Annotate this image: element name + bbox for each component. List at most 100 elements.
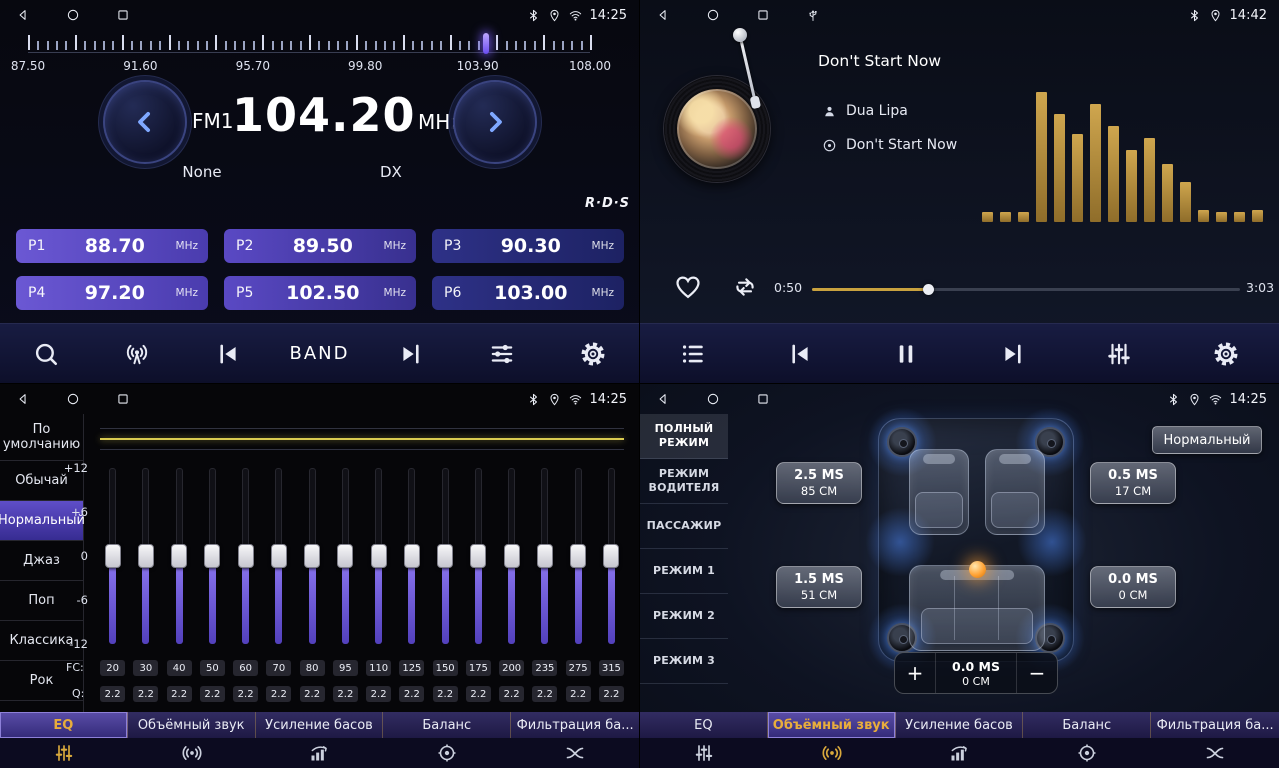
tab-surround[interactable]: Объёмный звук [128,712,256,738]
mode-full[interactable]: ПОЛНЫЙ РЕЖИМ [640,414,728,459]
mode-driver[interactable]: РЕЖИМ ВОДИТЕЛЯ [640,459,728,504]
tab-eq[interactable]: EQ [0,712,128,738]
home-button[interactable] [706,8,720,22]
tune-down-button[interactable] [103,80,187,164]
tab-bass-boost[interactable]: Усиление басов [256,712,384,738]
eq-band-slider[interactable] [368,468,390,644]
mode-3[interactable]: РЕЖИМ 3 [640,639,728,684]
eq-band-slider[interactable] [467,468,489,644]
mode-1[interactable]: РЕЖИМ 1 [640,549,728,594]
tab-eq-icon-button[interactable] [694,743,714,763]
tab-filter-icon-button[interactable] [1205,743,1225,763]
next-track-button[interactable] [977,330,1049,378]
settings-button[interactable] [1190,330,1262,378]
eq-band-slider[interactable] [600,468,622,644]
slider-handle[interactable] [105,544,121,568]
eq-band-slider[interactable] [534,468,556,644]
eq-band-slider[interactable] [168,468,190,644]
eq-band-slider[interactable] [201,468,223,644]
slider-handle[interactable] [337,544,353,568]
eq-preset-default[interactable]: По умолчанию [0,414,83,461]
preset-button-p4[interactable]: P4 97.20 MHz [16,276,208,310]
progress-knob[interactable] [923,284,934,295]
tab-filter[interactable]: Фильтрация ба... [511,712,639,738]
back-button[interactable] [656,8,670,22]
eq-band-slider[interactable] [235,468,257,644]
slider-handle[interactable] [204,544,220,568]
preset-button-p1[interactable]: P1 88.70 MHz [16,229,208,263]
tab-filter-icon-button[interactable] [565,743,585,763]
slider-handle[interactable] [470,544,486,568]
recents-button[interactable] [756,392,770,406]
scan-button[interactable] [10,330,82,378]
mode-2[interactable]: РЕЖИМ 2 [640,594,728,639]
slider-handle[interactable] [171,544,187,568]
preset-button-p3[interactable]: P3 90.30 MHz [432,229,624,263]
slider-handle[interactable] [271,544,287,568]
eq-band-slider[interactable] [268,468,290,644]
eq-band-slider[interactable] [135,468,157,644]
tab-surround-icon-button[interactable] [822,743,842,763]
eq-band-slider[interactable] [567,468,589,644]
home-button[interactable] [66,392,80,406]
tab-balance[interactable]: Баланс [383,712,511,738]
equalizer-button[interactable] [1083,330,1155,378]
eq-band-slider[interactable] [434,468,456,644]
slider-handle[interactable] [304,544,320,568]
broadcast-button[interactable] [101,330,173,378]
tab-bass-icon-button[interactable] [309,743,329,763]
seek-previous-button[interactable] [192,330,264,378]
front-left-delay-button[interactable]: 2.5 MS 85 CM [776,462,862,504]
recents-button[interactable] [756,8,770,22]
tab-surround-icon-button[interactable] [182,743,202,763]
slider-handle[interactable] [138,544,154,568]
back-button[interactable] [16,392,30,406]
band-button[interactable]: BAND [283,330,355,378]
playlist-button[interactable] [657,330,729,378]
pause-button[interactable] [870,330,942,378]
settings-button[interactable] [557,330,629,378]
previous-track-button[interactable] [764,330,836,378]
slider-handle[interactable] [603,544,619,568]
slider-handle[interactable] [371,544,387,568]
slider-handle[interactable] [404,544,420,568]
eq-band-slider[interactable] [301,468,323,644]
front-right-delay-button[interactable]: 0.5 MS 17 CM [1090,462,1176,504]
frequency-ruler[interactable]: 87.5091.6095.7099.80103.90108.00 [28,33,590,81]
equalizer-button[interactable] [466,330,538,378]
mode-passenger[interactable]: ПАССАЖИР [640,504,728,549]
seek-bar[interactable] [812,282,1240,296]
tab-eq-icon-button[interactable] [54,743,74,763]
back-button[interactable] [16,8,30,22]
tab-bass-boost[interactable]: Усиление басов [896,712,1024,738]
recents-button[interactable] [116,8,130,22]
home-button[interactable] [706,392,720,406]
slider-handle[interactable] [437,544,453,568]
slider-handle[interactable] [570,544,586,568]
sound-preset-button[interactable]: Нормальный [1152,426,1262,454]
tab-balance-icon-button[interactable] [1077,743,1097,763]
seek-next-button[interactable] [375,330,447,378]
tab-surround[interactable]: Объёмный звук [768,712,896,738]
repeat-button[interactable] [732,274,758,300]
eq-band-slider[interactable] [501,468,523,644]
eq-band-slider[interactable] [401,468,423,644]
tab-balance-icon-button[interactable] [437,743,457,763]
eq-band-slider[interactable] [334,468,356,644]
preset-button-p6[interactable]: P6 103.00 MHz [432,276,624,310]
tab-balance[interactable]: Баланс [1023,712,1151,738]
slider-handle[interactable] [238,544,254,568]
preset-button-p2[interactable]: P2 89.50 MHz [224,229,416,263]
rear-right-delay-button[interactable]: 0.0 MS 0 CM [1090,566,1176,608]
recents-button[interactable] [116,392,130,406]
eq-band-slider[interactable] [102,468,124,644]
tab-filter[interactable]: Фильтрация ба... [1151,712,1279,738]
favorite-button[interactable] [674,273,702,301]
tab-eq[interactable]: EQ [640,712,768,738]
rear-left-delay-button[interactable]: 1.5 MS 51 CM [776,566,862,608]
delay-increase-button[interactable]: + [895,653,935,693]
delay-decrease-button[interactable]: − [1017,653,1057,693]
tune-up-button[interactable] [453,80,537,164]
tab-bass-icon-button[interactable] [949,743,969,763]
preset-button-p5[interactable]: P5 102.50 MHz [224,276,416,310]
